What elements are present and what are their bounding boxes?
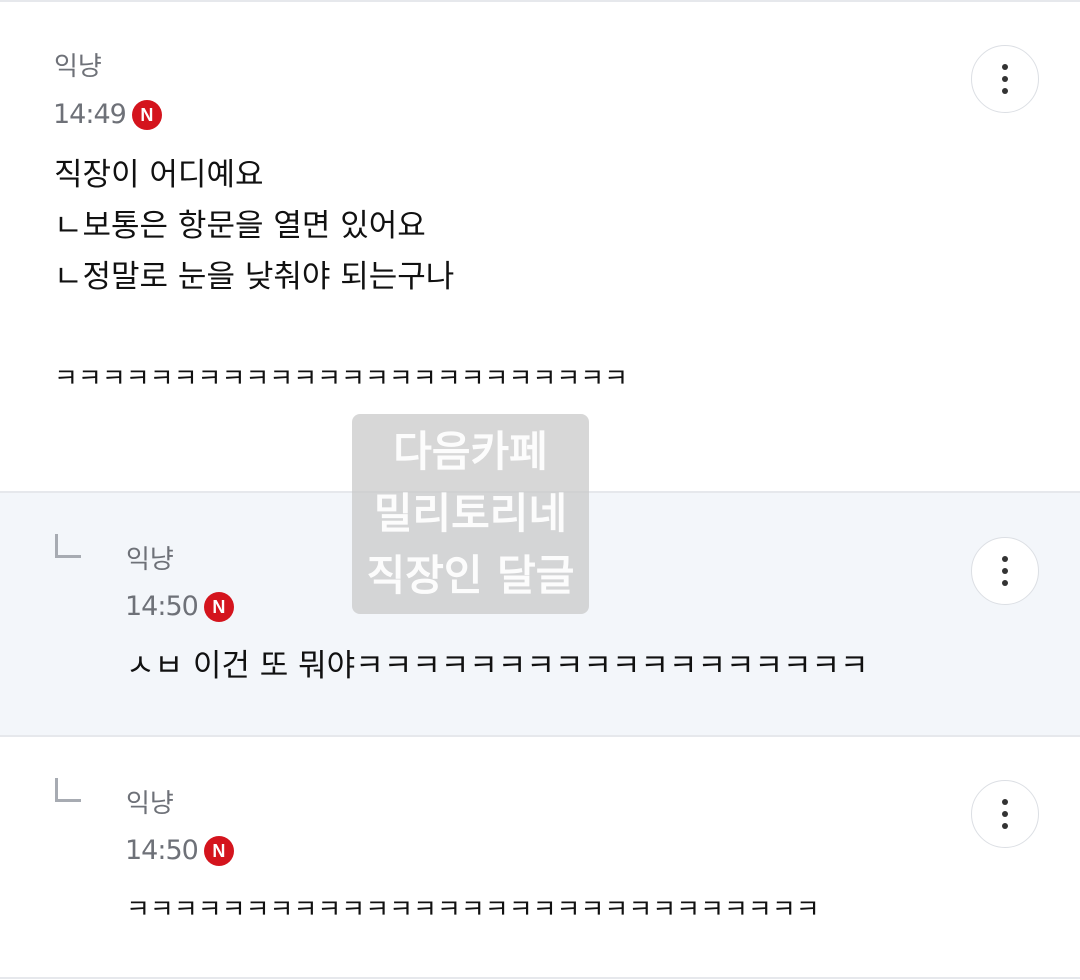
comment-more-button[interactable] [971, 780, 1039, 848]
comment-body: ㅋㅋㅋㅋㅋㅋㅋㅋㅋㅋㅋㅋㅋㅋㅋㅋㅋㅋㅋㅋㅋㅋㅋㅋㅋㅋㅋㅋㅋ [126, 885, 820, 936]
comment-time: 14:49 [53, 99, 127, 130]
watermark: 다음카페 밀리토리네 직장인 달글 [352, 414, 589, 614]
comment-time: 14:50 [125, 591, 199, 622]
more-vertical-icon [1002, 556, 1008, 586]
comment-time: 14:50 [125, 835, 199, 866]
reply-arrow-icon [55, 534, 81, 558]
more-vertical-icon [1002, 799, 1008, 829]
comment-meta: 14:50 N [125, 834, 234, 868]
comment-line: 직장이 어디예요 [54, 157, 264, 193]
more-vertical-icon [1002, 64, 1008, 94]
watermark-line: 밀리토리네 [373, 489, 568, 538]
comment-meta: 14:49 N [53, 98, 162, 132]
new-badge-icon: N [203, 836, 234, 866]
comment-line: ㅋㅋㅋㅋㅋㅋㅋㅋㅋㅋㅋㅋㅋㅋㅋㅋㅋㅋㅋㅋㅋㅋㅋㅋ [54, 364, 629, 394]
comment-more-button[interactable] [971, 537, 1039, 605]
watermark-line: 직장인 달글 [366, 551, 575, 600]
comment-author: 익냥 [126, 545, 174, 575]
comment-line: ㅅㅂ 이건 또 뭐야ㅋㅋㅋㅋㅋㅋㅋㅋㅋㅋㅋㅋㅋㅋㅋㅋㅋㅋ [126, 648, 869, 684]
comment-more-button[interactable] [971, 45, 1039, 113]
comment-body: ㅅㅂ 이건 또 뭐야ㅋㅋㅋㅋㅋㅋㅋㅋㅋㅋㅋㅋㅋㅋㅋㅋㅋㅋ [126, 641, 869, 692]
watermark-line: 다음카페 [393, 427, 548, 476]
new-badge-icon: N [131, 100, 162, 130]
reply-item: 익냥 14:50 N ㅋㅋㅋㅋㅋㅋㅋㅋㅋㅋㅋㅋㅋㅋㅋㅋㅋㅋㅋㅋㅋㅋㅋㅋㅋㅋㅋㅋㅋ [0, 737, 1080, 977]
comment-line: ㅋㅋㅋㅋㅋㅋㅋㅋㅋㅋㅋㅋㅋㅋㅋㅋㅋㅋㅋㅋㅋㅋㅋㅋㅋㅋㅋㅋㅋ [126, 895, 820, 925]
comment-line: ㄴ정말로 눈을 낮춰야 되는구나 [54, 259, 455, 295]
comment-line: ㄴ보통은 항문을 열면 있어요 [54, 208, 426, 244]
comment-meta: 14:50 N [125, 590, 234, 624]
bottom-divider [0, 977, 1080, 979]
reply-arrow-icon [55, 778, 81, 802]
comment-author: 익냥 [54, 52, 102, 82]
comment-line [54, 303, 628, 354]
comment-author: 익냥 [126, 789, 174, 819]
new-badge-icon: N [203, 592, 234, 622]
comment-body: 직장이 어디예요 ㄴ보통은 항문을 열면 있어요 ㄴ정말로 눈을 낮춰야 되는구… [54, 150, 628, 405]
